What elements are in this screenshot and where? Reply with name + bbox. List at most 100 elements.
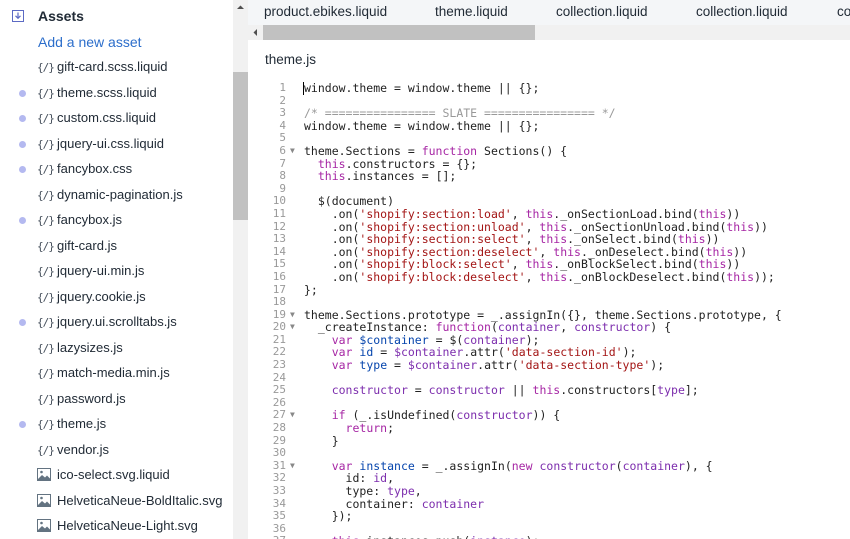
code-line: 3 /* ================ SLATE =============… <box>248 107 850 120</box>
asset-item-label: ico-select.svg.liquid <box>57 467 170 482</box>
fold-arrow-icon[interactable]: ▼ <box>290 321 298 334</box>
code-text: window.theme = window.theme || {}; <box>304 82 540 95</box>
asset-item[interactable]: {/} jquery.cookie.js <box>0 285 233 311</box>
file-tab-bar: product.ebikes.liquid theme.liquid collect… <box>248 0 850 26</box>
code-file-icon: {/} <box>37 265 55 278</box>
code-line: 35 }); <box>248 510 850 523</box>
modified-dot-icon <box>19 140 26 148</box>
asset-item-label: lazysizes.js <box>57 339 123 355</box>
asset-item[interactable]: {/} jquery.ui.scrolltabs.js <box>0 310 233 336</box>
code-text: }; <box>304 282 318 297</box>
asset-item-label: HelveticaNeue-BoldItalic.svg <box>57 492 223 508</box>
image-file-icon <box>37 468 51 481</box>
asset-item[interactable]: {/} custom.css.liquid <box>0 106 233 132</box>
code-line: 13 .on('shopify:section:select', this._o… <box>248 233 850 246</box>
code-text: constructor = constructor || this.constr… <box>331 383 699 398</box>
asset-item[interactable]: {/} password.js <box>0 387 233 413</box>
line-number: 23 <box>272 358 286 372</box>
file-tab[interactable]: theme.liquid <box>435 4 508 19</box>
code-text: /* ================ SLATE ==============… <box>304 106 616 121</box>
asset-item-label: dynamic-pagination.js <box>57 186 183 202</box>
asset-item[interactable]: {/} fancybox.css <box>0 157 233 183</box>
add-asset-link[interactable]: Add a new asset <box>38 34 142 50</box>
asset-item[interactable]: {/} gift-card.js <box>0 234 233 260</box>
line-number: 6 <box>279 143 286 157</box>
code-text: }); <box>304 509 353 524</box>
line-number: 16 <box>272 269 286 283</box>
line-number: 8 <box>279 169 286 183</box>
line-number: 28 <box>272 421 286 435</box>
file-title: theme.js <box>265 52 317 67</box>
assets-folder-header[interactable]: Assets <box>0 0 233 32</box>
asset-item-label: theme.js <box>57 416 107 431</box>
asset-item[interactable]: HelveticaNeue-Light.svg <box>0 514 233 539</box>
tab-scrollbar[interactable] <box>248 25 850 40</box>
line-number: 35 <box>272 509 286 523</box>
sidebar-scrollbar[interactable] <box>233 0 248 539</box>
asset-item-label: gift-card.js <box>57 237 117 253</box>
code-text: type: type, <box>304 484 422 498</box>
asset-item[interactable]: {/} jquery-ui.css.liquid <box>0 132 233 158</box>
modified-dot-icon <box>19 319 26 326</box>
code-file-icon: {/} <box>37 316 55 329</box>
file-tab[interactable]: collection.liquid <box>556 4 648 19</box>
line-number: 30 <box>272 446 286 460</box>
code-file-icon: {/} <box>37 367 55 380</box>
folder-download-icon <box>12 10 24 22</box>
fold-arrow-icon[interactable]: ▼ <box>290 145 298 158</box>
code-file-icon: {/} <box>37 239 55 253</box>
fold-arrow-icon[interactable]: ▼ <box>290 309 298 322</box>
asset-item[interactable]: {/} theme.scss.liquid <box>0 81 233 107</box>
asset-item[interactable]: {/} gift-card.scss.liquid <box>0 55 233 81</box>
tab-scrollbar-thumb[interactable] <box>263 25 535 40</box>
asset-item[interactable]: {/} vendor.js <box>0 438 233 464</box>
fold-arrow-icon[interactable]: ▼ <box>290 460 298 473</box>
code-text: this.instances.push(instance); <box>304 535 540 539</box>
code-line: 4 window.theme = window.theme || {}; <box>248 118 850 133</box>
asset-item[interactable]: {/} fancybox.js <box>0 208 233 234</box>
line-number: 13 <box>272 232 286 246</box>
modified-dot-icon <box>19 217 26 224</box>
file-tab[interactable]: product.ebikes.liquid <box>264 4 387 19</box>
file-tab[interactable]: co <box>837 4 850 19</box>
asset-item-label: jquery.cookie.js <box>57 288 146 304</box>
asset-item[interactable]: HelveticaNeue-BoldItalic.svg <box>0 489 233 515</box>
text-cursor <box>303 82 304 95</box>
code-file-icon: {/} <box>37 188 55 202</box>
code-text: window.theme = window.theme || {}; <box>304 118 540 133</box>
asset-item-label: password.js <box>57 390 126 406</box>
code-line: 16 .on('shopify:block:deselect', this._o… <box>248 269 850 284</box>
asset-item-label: jquery-ui.css.liquid <box>57 135 164 151</box>
fold-arrow-icon[interactable]: ▼ <box>290 409 298 422</box>
asset-item[interactable]: {/} dynamic-pagination.js <box>0 183 233 209</box>
scroll-up-arrow-icon[interactable] <box>233 0 248 15</box>
code-file-icon: {/} <box>37 392 55 406</box>
code-editor-panel: product.ebikes.liquid theme.liquid collect… <box>248 0 850 539</box>
code-file-icon: {/} <box>37 112 55 125</box>
asset-item[interactable]: {/} match-media.min.js <box>0 361 233 387</box>
modified-dot-icon <box>19 166 26 173</box>
code-line: 29 } <box>248 434 850 448</box>
line-number: 33 <box>272 484 286 497</box>
code-area[interactable]: 1 window.theme = window.theme || {}; 2 3 /* … <box>248 82 850 539</box>
asset-item[interactable]: {/} jquery-ui.min.js <box>0 259 233 285</box>
code-text: this.instances = []; <box>317 169 457 184</box>
asset-item-label: vendor.js <box>57 441 110 457</box>
asset-item[interactable]: {/} theme.js <box>0 412 233 438</box>
asset-item[interactable]: {/} lazysizes.js <box>0 336 233 362</box>
asset-item[interactable]: ico-select.svg.liquid <box>0 463 233 489</box>
code-line: 33 type: type, <box>248 484 850 498</box>
scroll-left-arrow-icon[interactable] <box>248 25 263 40</box>
file-tab[interactable]: collection.liquid <box>696 4 788 19</box>
code-text: var type = $container.attr('data-section… <box>331 358 665 373</box>
image-file-icon <box>37 493 51 507</box>
line-number: 37 <box>248 535 286 539</box>
line-number: 18 <box>272 295 286 309</box>
asset-item-label: gift-card.scss.liquid <box>57 59 168 74</box>
code-line: 23 var type = $container.attr('data-sect… <box>248 358 850 373</box>
code-line: 37 this.instances.push(instance); <box>248 535 850 539</box>
sidebar-scrollbar-thumb[interactable] <box>233 72 248 220</box>
line-number: 3 <box>279 106 286 120</box>
code-line: 28 return; <box>248 421 850 435</box>
code-file-icon: {/} <box>37 443 55 457</box>
